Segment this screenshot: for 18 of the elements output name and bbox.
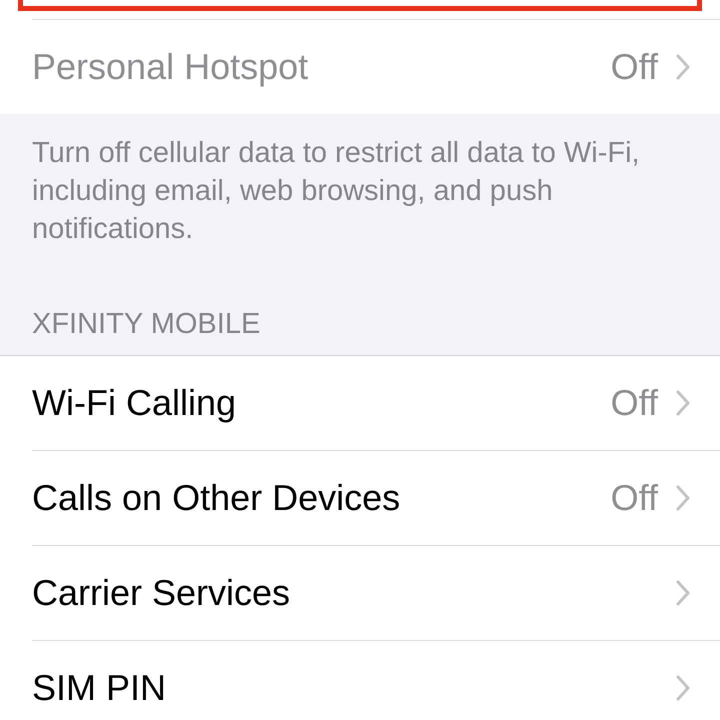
- section-footer: Turn off cellular data to restrict all data to Wi-Fi, including email, web browsing, and push notifications.: [0, 114, 720, 248]
- row-label: Wi-Fi Calling: [32, 382, 238, 424]
- settings-row[interactable]: SIM PIN: [32, 640, 720, 720]
- row-label: SIM PIN: [32, 667, 168, 709]
- row-value: Off: [610, 382, 658, 424]
- row-label: Carrier Services: [32, 572, 292, 614]
- settings-row[interactable]: Calls on Other Devices Off: [32, 450, 720, 545]
- row-label: Calls on Other Devices: [32, 477, 402, 519]
- row-label: Personal Hotspot: [32, 46, 310, 88]
- chevron-right-icon: [676, 54, 690, 80]
- chevron-right-icon: [676, 675, 690, 701]
- chevron-right-icon: [676, 580, 690, 606]
- row-value: Off: [610, 477, 658, 519]
- settings-row[interactable]: Carrier Services: [32, 545, 720, 640]
- row-value: Off: [610, 46, 658, 88]
- chevron-right-icon: [676, 390, 690, 416]
- chevron-right-icon: [676, 485, 690, 511]
- settings-row[interactable]: Wi-Fi Calling Off: [32, 356, 720, 450]
